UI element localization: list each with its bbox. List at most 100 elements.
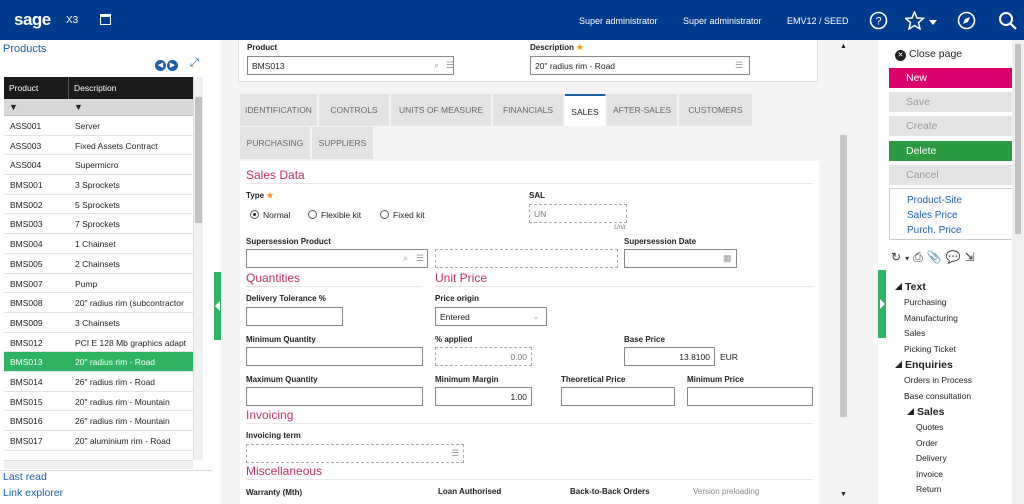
type-flexible-kit-radio[interactable]: Flexible kit (308, 210, 361, 220)
tree-item-sales[interactable]: Quotes (916, 422, 943, 432)
close-page-button[interactable]: ✕ Close page (895, 48, 962, 61)
supersession-date-field[interactable]: ▦ (624, 249, 737, 268)
endpoint-folder[interactable]: EMV12 / SEED (787, 16, 849, 26)
base-price-field[interactable]: 13.8100 (624, 347, 715, 366)
table-row[interactable]: BMS008 20" radius rim (subcontractor (4, 293, 193, 313)
calendar-icon[interactable] (100, 14, 111, 25)
right-panel-scrollbar[interactable] (1012, 40, 1024, 504)
chevron-down-icon[interactable]: ⌄ (533, 313, 539, 321)
expand-triangle-icon[interactable] (895, 361, 902, 368)
scroll-up-icon[interactable]: ▲ (840, 43, 847, 50)
refresh-icon[interactable]: ↻ (891, 250, 901, 264)
delete-button[interactable]: Delete (889, 141, 1014, 161)
sales-price-link[interactable]: Sales Price (907, 208, 996, 223)
new-button[interactable]: New (889, 68, 1014, 88)
chevron-down-icon[interactable] (928, 19, 938, 27)
compass-icon[interactable] (957, 11, 976, 30)
tree-item-sales[interactable]: Order (916, 438, 938, 448)
scrollbar-thumb[interactable] (195, 97, 202, 223)
table-row[interactable]: BMS017 20" aluminium rim - Road (4, 431, 193, 451)
column-header-description[interactable]: Description (69, 77, 122, 99)
purch-price-link[interactable]: Purch. Price (907, 223, 996, 238)
user-role[interactable]: Super administrator (683, 16, 762, 26)
table-row[interactable]: BMS005 2 Chainsets (4, 254, 193, 274)
table-row[interactable]: BMS014 26" radius rim - Road (4, 372, 193, 392)
maximum-quantity-field[interactable] (246, 387, 423, 406)
tab-suppliers[interactable]: SUPPLIERS (312, 127, 374, 159)
table-row[interactable]: ASS004 Supermicro (4, 155, 193, 176)
minimum-quantity-field[interactable] (246, 347, 423, 366)
chevron-down-icon[interactable]: ▾ (905, 254, 909, 263)
product-field[interactable]: BMS013 ⌕ ☰ (247, 56, 454, 75)
search-icon[interactable]: ⌕ (434, 60, 439, 71)
theoretical-price-field[interactable] (561, 387, 675, 406)
create-button[interactable]: Create (889, 116, 1014, 136)
selection-icon[interactable]: ☰ (416, 253, 424, 264)
tree-item-sales[interactable]: Invoice (916, 469, 943, 479)
help-icon[interactable]: ? (869, 11, 888, 30)
enquiries-section-header[interactable]: Enquiries (895, 359, 953, 371)
previous-record-icon[interactable]: ◀ (155, 60, 166, 71)
text-section-header[interactable]: Text (895, 281, 926, 293)
collapse-right-panel-handle[interactable] (878, 270, 886, 338)
minimum-margin-field[interactable]: 1.00 (435, 387, 532, 406)
next-record-icon[interactable]: ▶ (167, 60, 178, 71)
type-normal-radio[interactable]: Normal (250, 210, 290, 220)
translate-icon[interactable]: ☰ (735, 60, 743, 71)
tree-item-text[interactable]: Purchasing (904, 297, 947, 307)
tree-item-sales[interactable]: Delivery (916, 453, 947, 463)
tab-identification[interactable]: IDENTIFICATION (240, 94, 318, 126)
tab-customers[interactable]: CUSTOMERS (679, 94, 753, 126)
price-origin-select[interactable]: Entered ⌄ (435, 307, 547, 326)
table-row[interactable]: ASS003 Fixed Assets Contract (4, 136, 193, 156)
table-row[interactable]: BMS004 1 Chainset (4, 234, 193, 254)
type-fixed-kit-radio[interactable]: Fixed kit (380, 210, 425, 220)
filter-icon[interactable]: ▼ (4, 99, 69, 115)
expand-triangle-icon[interactable] (895, 283, 902, 290)
save-button[interactable]: Save (889, 92, 1014, 112)
print-icon[interactable]: ⎙ (913, 250, 923, 264)
tab-financials[interactable]: FINANCIALS (493, 94, 564, 126)
calendar-icon[interactable]: ▦ (723, 253, 732, 264)
cancel-button[interactable]: Cancel (889, 165, 1014, 185)
search-icon[interactable]: ⌕ (403, 253, 408, 264)
table-row[interactable]: BMS012 PCI E 128 Mb graphics adapt (4, 333, 193, 353)
search-icon[interactable] (998, 11, 1018, 31)
description-field[interactable]: 20" radius rim - Road ☰ (530, 56, 750, 75)
table-row[interactable]: BMS015 20" radius rim - Mountain (4, 392, 193, 412)
tab-purchasing[interactable]: PURCHASING (240, 127, 311, 159)
selection-icon[interactable]: ☰ (446, 60, 454, 71)
last-read-link[interactable]: Last read (3, 471, 47, 483)
supersession-product-field[interactable]: ⌕ ☰ (246, 249, 428, 268)
sales-section-header[interactable]: Sales (907, 406, 944, 418)
sage-logo[interactable]: sage (14, 10, 51, 30)
tab-units-of-measure[interactable]: UNITS OF MEASURE (391, 94, 492, 126)
table-row[interactable]: BMS003 7 Sprockets (4, 214, 193, 235)
export-icon[interactable]: ⇲ (965, 250, 975, 264)
delivery-tolerance-field[interactable] (246, 307, 343, 326)
tab-controls[interactable]: CONTROLS (319, 94, 390, 126)
tree-item-enquiry[interactable]: Base consultation (904, 391, 971, 401)
minimum-price-field[interactable] (687, 387, 813, 406)
tab-after-sales[interactable]: AFTER-SALES (607, 94, 678, 126)
tree-item-sales[interactable]: Return (916, 484, 942, 494)
invoicing-term-field[interactable]: ☰ (246, 444, 464, 463)
attachment-icon[interactable]: 📎 (927, 250, 942, 264)
scrollbar-thumb[interactable] (840, 135, 847, 417)
grid-vertical-scrollbar[interactable] (193, 77, 203, 460)
scroll-down-icon[interactable]: ▼ (840, 491, 847, 498)
tree-item-text[interactable]: Manufacturing (904, 313, 958, 323)
column-header-product[interactable]: Product (4, 77, 69, 99)
expand-icon[interactable]: ⤢ (190, 57, 199, 70)
user-name[interactable]: Super administrator (579, 16, 658, 26)
table-row[interactable]: ASS001 Server (4, 116, 193, 136)
table-row[interactable]: BMS007 Pump (4, 274, 193, 294)
selection-icon[interactable]: ☰ (451, 448, 459, 459)
filter-icon[interactable]: ▼ (69, 99, 134, 115)
scrollbar-thumb[interactable] (1015, 44, 1021, 234)
tree-item-enquiry[interactable]: Orders in Process (904, 375, 972, 385)
product-site-link[interactable]: Product-Site (907, 193, 996, 208)
table-row[interactable]: BMS016 26" radius rim - Mountain (4, 411, 193, 431)
grid-horizontal-scrollbar[interactable] (4, 460, 193, 469)
main-vertical-scrollbar[interactable]: ▲ ▼ (837, 40, 849, 504)
